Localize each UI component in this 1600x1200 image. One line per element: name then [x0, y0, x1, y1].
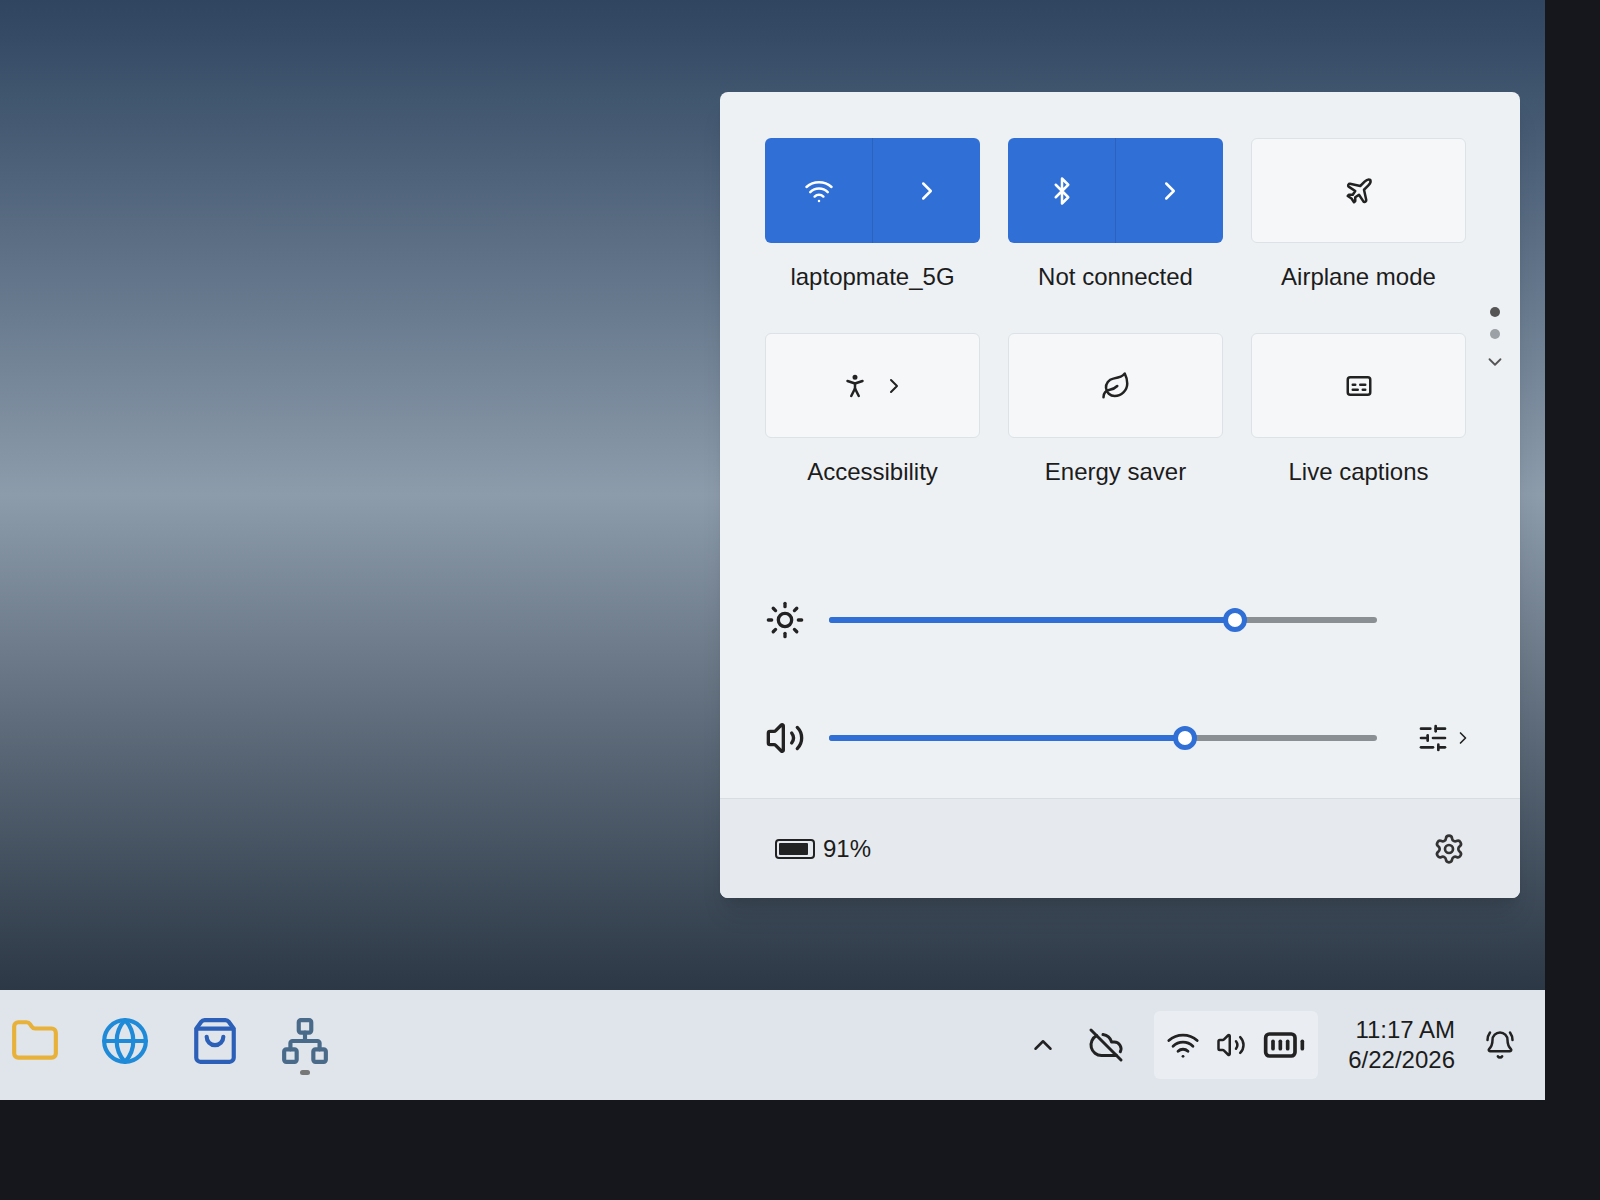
- tile-label: Live captions: [1288, 454, 1428, 490]
- quick-tile: Airplane mode: [1251, 138, 1466, 295]
- wifi-icon: [1166, 1028, 1200, 1062]
- chevron-icon[interactable]: [882, 374, 906, 398]
- tile-button[interactable]: [1008, 333, 1223, 438]
- taskbar-app[interactable]: [280, 1016, 330, 1075]
- screen-bezel-right: [1545, 0, 1600, 1100]
- laptop-screen: laptopmate_5G Not connected Airplane mode A…: [0, 0, 1600, 1200]
- slider-thumb[interactable]: [1223, 608, 1247, 632]
- taskbar-app[interactable]: [100, 1016, 150, 1075]
- tile-button[interactable]: [765, 138, 980, 243]
- desktop: laptopmate_5G Not connected Airplane mode A…: [0, 0, 1545, 1100]
- notification-icon[interactable]: [1485, 1030, 1515, 1060]
- slider-row: [765, 708, 1475, 768]
- panel-footer: 91%: [720, 798, 1520, 898]
- page-down-icon[interactable]: [1484, 351, 1506, 373]
- active-indicator: [210, 1070, 220, 1075]
- tile-button[interactable]: [765, 333, 980, 438]
- airplane-icon: [1344, 176, 1374, 206]
- network-app-icon: [280, 1016, 330, 1066]
- tile-label: Accessibility: [807, 454, 938, 490]
- onedrive-off-icon[interactable]: [1088, 1027, 1124, 1063]
- chevron-icon[interactable]: [1155, 176, 1185, 206]
- screen-bezel-bottom: [0, 1100, 1600, 1200]
- active-indicator: [30, 1070, 40, 1075]
- settings-gear-icon[interactable]: [1433, 833, 1465, 865]
- file-explorer-icon: [10, 1016, 60, 1066]
- taskbar: 11:17 AM6/22/2026: [0, 990, 1545, 1100]
- wallpaper: laptopmate_5G Not connected Airplane mode A…: [0, 0, 1545, 990]
- quick-tile: Not connected: [1008, 138, 1223, 295]
- clock-time: 11:17 AM: [1355, 1015, 1455, 1045]
- quick-tile: Energy saver: [1008, 333, 1223, 490]
- tile-button[interactable]: [1251, 138, 1466, 243]
- brightness-icon: [765, 600, 805, 640]
- quick-settings-panel: laptopmate_5G Not connected Airplane mode A…: [720, 92, 1520, 898]
- energy-saver-icon: [1101, 371, 1131, 401]
- clock-date: 6/22/2026: [1348, 1045, 1455, 1075]
- tile-label: Not connected: [1038, 259, 1193, 295]
- accessibility-icon: [840, 371, 870, 401]
- show-hidden-icons-icon[interactable]: [1028, 1030, 1058, 1060]
- battery-icon: [775, 839, 815, 859]
- store-icon: [190, 1016, 240, 1066]
- taskbar-app[interactable]: [190, 1016, 240, 1075]
- wifi-icon: [804, 176, 834, 206]
- quick-tile: laptopmate_5G: [765, 138, 980, 295]
- tile-label: laptopmate_5G: [790, 259, 954, 295]
- tile-button[interactable]: [1251, 333, 1466, 438]
- page-dot[interactable]: [1490, 307, 1500, 317]
- taskbar-apps: [10, 1016, 330, 1075]
- system-tray: 11:17 AM6/22/2026: [1028, 1011, 1535, 1079]
- tray-status-group[interactable]: [1154, 1011, 1318, 1079]
- battery-icon: [1262, 1023, 1306, 1067]
- active-indicator: [120, 1070, 130, 1075]
- quick-tile: Live captions: [1251, 333, 1466, 490]
- tile-grid: laptopmate_5G Not connected Airplane mode A…: [765, 138, 1466, 490]
- tile-button[interactable]: [1008, 138, 1223, 243]
- edge-icon: [100, 1016, 150, 1066]
- slider-fill: [829, 617, 1235, 623]
- tile-label: Energy saver: [1045, 454, 1186, 490]
- quick-tile: Accessibility: [765, 333, 980, 490]
- slider-track[interactable]: [829, 617, 1377, 623]
- slider-fill: [829, 735, 1185, 741]
- chevron-icon[interactable]: [912, 176, 942, 206]
- slider-row: [765, 590, 1475, 650]
- slider-track[interactable]: [829, 735, 1377, 741]
- battery-status[interactable]: 91%: [775, 831, 871, 867]
- volume-icon: [1216, 1030, 1246, 1060]
- battery-percent: 91%: [823, 831, 871, 867]
- clock[interactable]: 11:17 AM6/22/2026: [1348, 1015, 1455, 1075]
- output-select[interactable]: [1417, 722, 1473, 754]
- sliders: [765, 590, 1475, 768]
- tile-label: Airplane mode: [1281, 259, 1436, 295]
- bluetooth-icon: [1047, 176, 1077, 206]
- taskbar-app[interactable]: [10, 1016, 60, 1075]
- slider-thumb[interactable]: [1173, 726, 1197, 750]
- live-captions-icon: [1344, 371, 1374, 401]
- chevron-icon: [1453, 728, 1473, 748]
- page-dot[interactable]: [1490, 329, 1500, 339]
- active-indicator: [300, 1070, 310, 1075]
- volume-icon: [765, 718, 805, 758]
- audio-output-icon: [1417, 722, 1449, 754]
- page-indicator: [1484, 307, 1506, 373]
